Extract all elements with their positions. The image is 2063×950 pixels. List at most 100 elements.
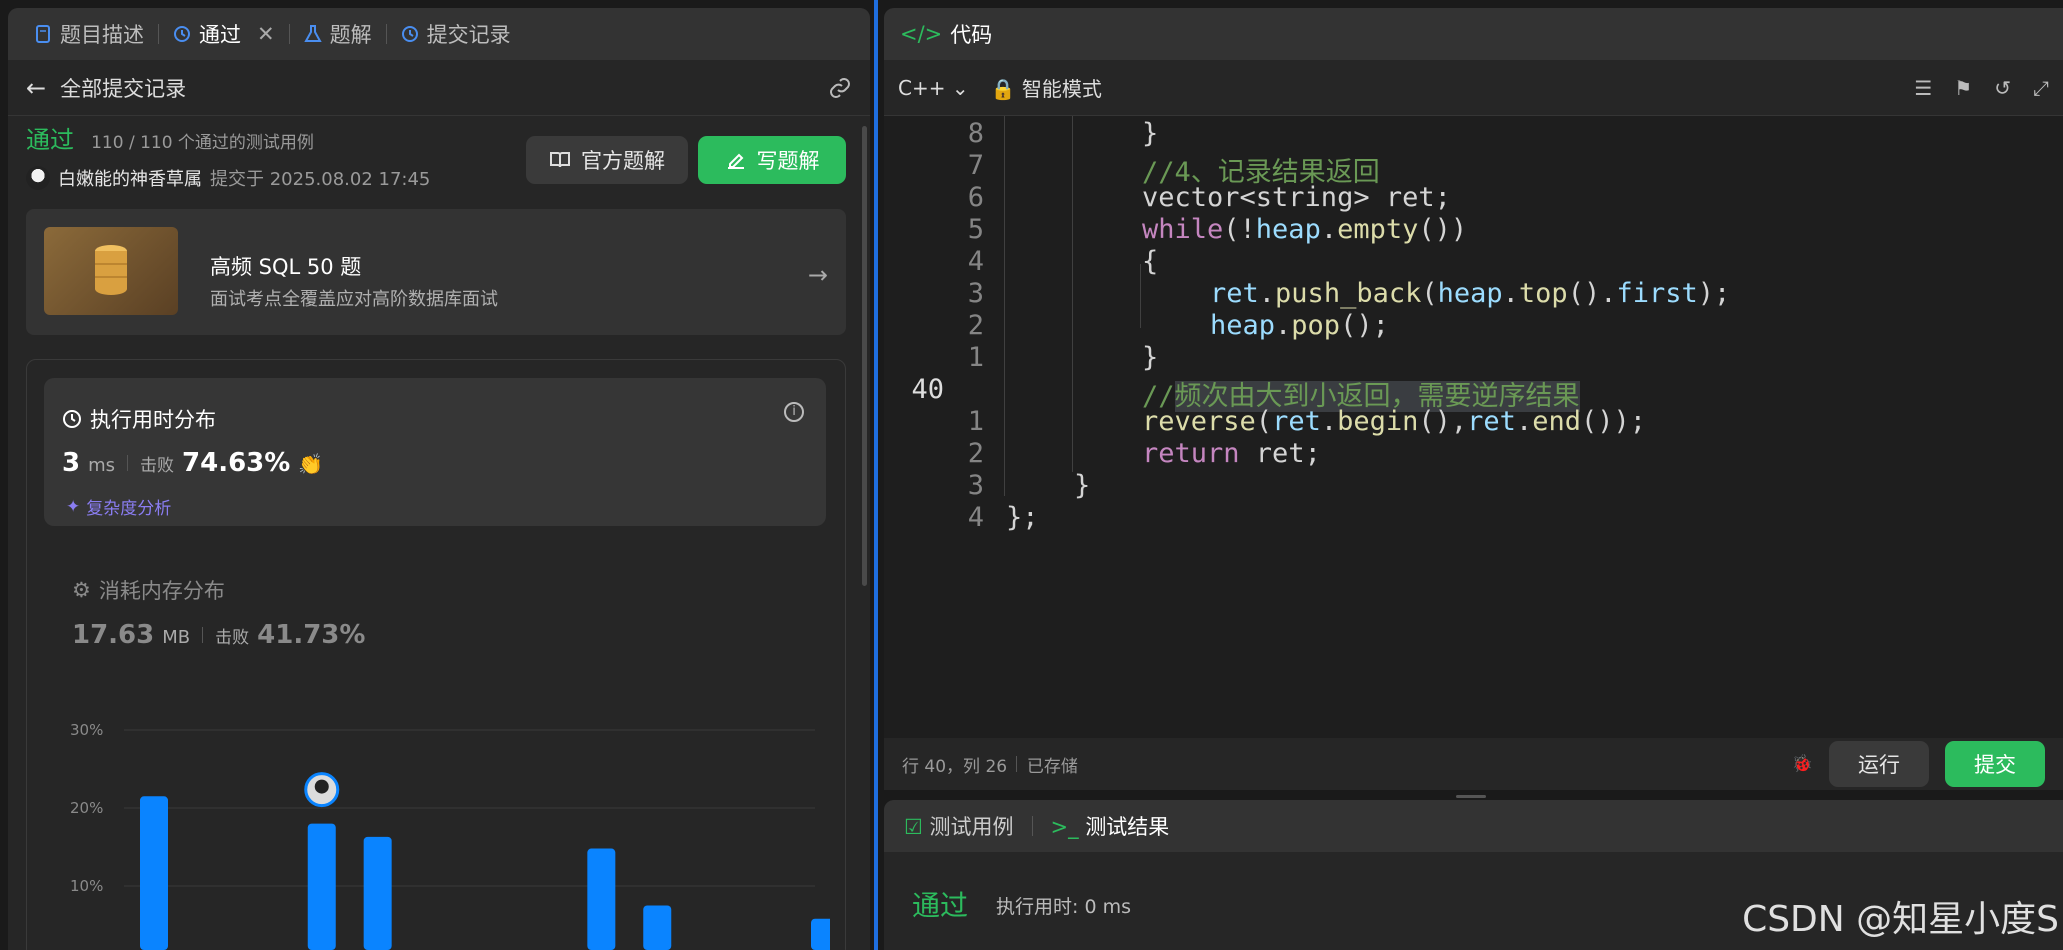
runtime-card[interactable]: 执行用时分布 i 3 ms 击败 74.63% 👏 ✦ 复杂度分析 bbox=[44, 378, 826, 526]
resize-handle[interactable] bbox=[1456, 795, 1486, 798]
line-number: 4 bbox=[967, 246, 984, 277]
indent-guide bbox=[1004, 116, 1005, 496]
format-icon[interactable]: ☰ bbox=[1914, 76, 1932, 100]
tab-testresult[interactable]: >_ 测试结果 bbox=[1051, 811, 1170, 841]
chart-bar[interactable] bbox=[140, 796, 168, 950]
y-tick-label: 10% bbox=[70, 877, 103, 895]
value-separator bbox=[127, 455, 129, 471]
memory-beat-label: 击败 bbox=[215, 628, 250, 648]
value-separator bbox=[202, 627, 204, 643]
tab-passed[interactable]: 通过 ✕ bbox=[163, 8, 285, 60]
tab-solutions-label: 题解 bbox=[329, 23, 372, 47]
back-arrow-icon[interactable]: ← bbox=[26, 74, 46, 102]
checkbox-icon: ☑ bbox=[904, 815, 923, 839]
indent-guide bbox=[1140, 264, 1141, 328]
debug-icon[interactable]: 🐞 bbox=[1792, 754, 1813, 774]
line-number: 1 bbox=[967, 406, 984, 437]
database-icon bbox=[44, 227, 178, 315]
result-status: 通过 bbox=[26, 126, 74, 154]
line-number: 2 bbox=[967, 438, 984, 469]
memory-unit: MB bbox=[162, 627, 191, 648]
code-line: }; bbox=[1006, 502, 1039, 533]
memory-title: 消耗内存分布 bbox=[98, 579, 225, 603]
official-solution-button[interactable]: 官方题解 bbox=[526, 136, 688, 184]
line-number: 6 bbox=[967, 182, 984, 213]
code-line: return ret; bbox=[1142, 438, 1321, 469]
mode-label: 智能模式 bbox=[1021, 77, 1102, 101]
history-icon bbox=[401, 26, 418, 42]
line-number: 4 bbox=[967, 502, 984, 533]
y-tick-label: 20% bbox=[70, 799, 103, 817]
promo-subtitle: 面试考点全覆盖应对高阶数据库面试 bbox=[210, 289, 498, 310]
expand-icon[interactable]: ⤢ bbox=[2033, 76, 2049, 100]
submit-time: 提交于 2025.08.02 17:45 bbox=[210, 169, 431, 190]
runtime-beat: 74.63% bbox=[182, 448, 291, 478]
chart-bar[interactable] bbox=[811, 918, 830, 950]
tab-testcase[interactable]: ☑ 测试用例 bbox=[904, 811, 1014, 841]
tab-separator bbox=[1031, 816, 1033, 836]
tab-submissions-label: 提交记录 bbox=[426, 23, 511, 47]
language-label: C++ bbox=[898, 75, 946, 100]
code-line: } bbox=[1142, 342, 1159, 373]
line-number: 5 bbox=[967, 214, 984, 245]
code-title: 代码 bbox=[950, 23, 993, 47]
language-select[interactable]: C++ ⌄ bbox=[898, 76, 969, 100]
test-tabs: ☑ 测试用例 >_ 测试结果 bbox=[884, 800, 2063, 852]
line-number: 1 bbox=[967, 342, 984, 373]
code-pane: </> 代码 C++ ⌄ 🔒 智能模式 ☰ ⚑ ↺ ⤢ 8 7 6 5 4 3 … bbox=[884, 8, 2063, 790]
test-status: 通过 bbox=[912, 889, 969, 922]
chart-bar[interactable] bbox=[643, 905, 672, 950]
memory-card[interactable]: ⚙ 消耗内存分布 bbox=[72, 575, 225, 605]
save-status: 已存储 bbox=[1026, 756, 1078, 777]
tab-submissions[interactable]: 提交记录 bbox=[391, 8, 521, 60]
tab-separator bbox=[158, 24, 159, 44]
editor-statusbar: 行 40，列 26 已存储 🐞 运行 提交 bbox=[884, 738, 2063, 790]
chip-icon: ⚙ bbox=[72, 578, 91, 602]
chart-bar[interactable] bbox=[363, 836, 392, 950]
cursor-position: 行 40，列 26 bbox=[902, 756, 1008, 777]
back-label[interactable]: 全部提交记录 bbox=[60, 73, 186, 103]
watermark: CSDN @知星小度S bbox=[1742, 899, 2059, 940]
chart-bar[interactable] bbox=[307, 823, 336, 950]
runtime-beat-label: 击败 bbox=[140, 456, 175, 476]
value-separator bbox=[1016, 755, 1018, 772]
line-number: 2 bbox=[967, 310, 984, 341]
code-icon: </> bbox=[900, 22, 943, 46]
sparkle-icon: ✦ bbox=[66, 496, 81, 517]
run-button[interactable]: 运行 bbox=[1829, 741, 1929, 787]
line-number: 8 bbox=[967, 118, 984, 149]
code-line: } bbox=[1074, 470, 1091, 501]
line-number: 3 bbox=[967, 278, 984, 309]
submit-button[interactable]: 提交 bbox=[1945, 741, 2045, 787]
avatar[interactable] bbox=[26, 166, 50, 190]
promo-card[interactable]: 高频 SQL 50 题 面试考点全覆盖应对高阶数据库面试 → bbox=[26, 209, 846, 335]
runtime-title: 执行用时分布 bbox=[90, 408, 216, 432]
info-icon[interactable]: i bbox=[784, 402, 804, 422]
code-line: vector<string> ret; bbox=[1142, 182, 1451, 213]
line-number: 3 bbox=[967, 470, 984, 501]
reset-icon[interactable]: ↺ bbox=[1994, 76, 2011, 100]
left-scrollbar[interactable] bbox=[862, 126, 867, 586]
clock-icon bbox=[63, 410, 81, 428]
result-cases: 110 / 110 个通过的测试用例 bbox=[91, 133, 314, 153]
tab-description[interactable]: 题目描述 bbox=[24, 8, 154, 60]
mode-toggle[interactable]: 🔒 智能模式 bbox=[991, 73, 1102, 102]
tab-separator bbox=[288, 24, 290, 44]
chart-bar[interactable] bbox=[587, 848, 616, 950]
link-icon[interactable] bbox=[828, 76, 852, 100]
close-icon[interactable]: ✕ bbox=[257, 22, 275, 46]
code-line: reverse(ret.begin(),ret.end()); bbox=[1142, 406, 1647, 437]
terminal-icon: >_ bbox=[1050, 815, 1079, 839]
complexity-link[interactable]: ✦ 复杂度分析 bbox=[66, 494, 171, 520]
user-name[interactable]: 白嫩能的神香草属 bbox=[58, 165, 202, 191]
code-editor[interactable]: 8 7 6 5 4 3 2 1 40 1 2 3 4 } //4、记录结果返回 … bbox=[884, 116, 2063, 710]
lock-icon: 🔒 bbox=[990, 77, 1016, 101]
bookmark-icon[interactable]: ⚑ bbox=[1954, 76, 1972, 100]
code-line: heap.pop(); bbox=[1210, 310, 1389, 341]
runtime-unit: ms bbox=[88, 455, 116, 476]
tab-solutions[interactable]: 题解 bbox=[294, 8, 382, 60]
tab-passed-label: 通过 bbox=[199, 23, 241, 47]
pane-divider[interactable] bbox=[874, 0, 878, 950]
write-solution-button[interactable]: 写题解 bbox=[698, 136, 846, 184]
memory-distribution-chart[interactable]: 30% 20% 10% bbox=[60, 710, 830, 950]
